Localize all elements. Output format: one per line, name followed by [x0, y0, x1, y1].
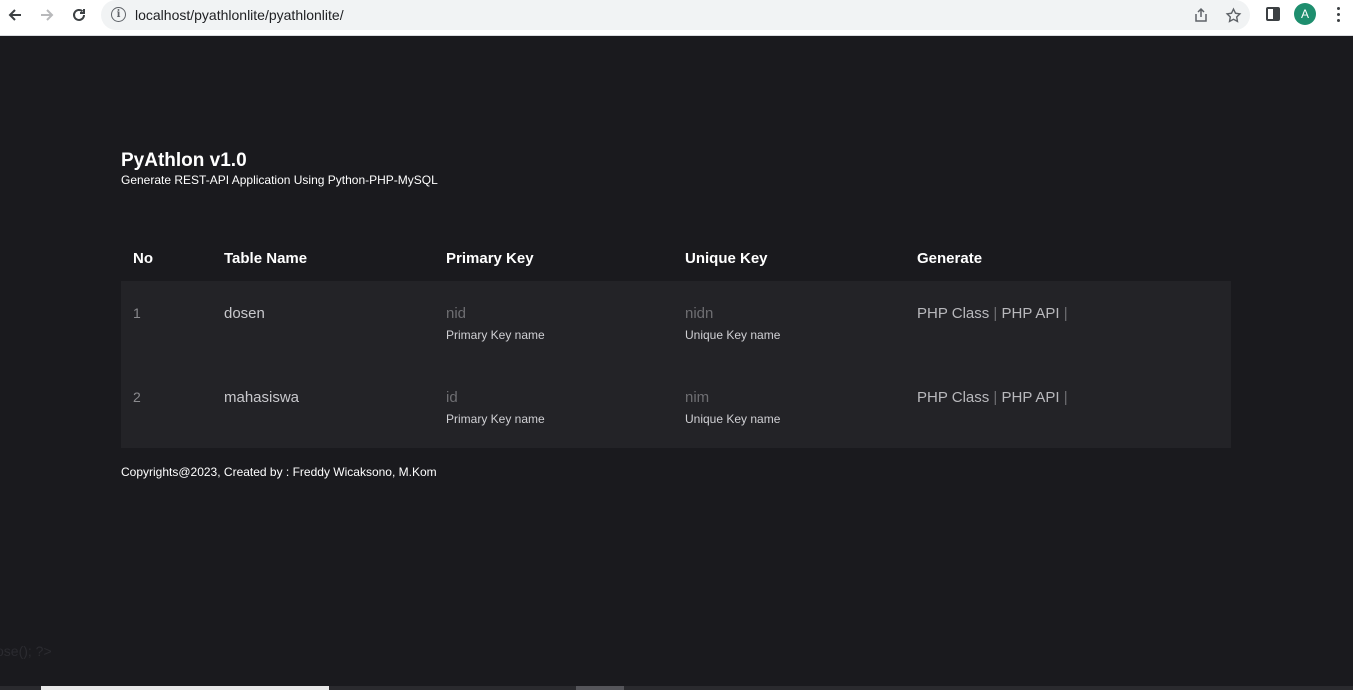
php-api-link[interactable]: PHP API [1002, 305, 1060, 322]
taskbar-item[interactable] [576, 686, 624, 690]
kebab-menu-icon[interactable] [1330, 4, 1346, 24]
row-number: 1 [133, 305, 141, 321]
primary-key-hint: Primary Key name [446, 412, 545, 426]
primary-key-hint: Primary Key name [446, 328, 545, 342]
primary-key-input[interactable]: id [446, 389, 458, 406]
table-body: 1 dosen nid Primary Key name nidn Unique… [121, 281, 1231, 448]
row-number: 2 [133, 389, 141, 405]
back-arrow-icon[interactable] [3, 4, 27, 26]
link-separator: | [1063, 389, 1068, 406]
table-row: 1 dosen nid Primary Key name nidn Unique… [121, 281, 1231, 365]
column-header-no: No [133, 250, 153, 267]
browser-toolbar: i localhost/pyathlonlite/pyathlonlite/ A [0, 0, 1353, 36]
stray-code-text: ose(); ?> [0, 643, 52, 659]
taskbar-item-active[interactable] [41, 686, 329, 690]
link-separator: | [1063, 305, 1068, 322]
unique-key-input[interactable]: nim [685, 389, 709, 406]
page-title: PyAthlon v1.0 [121, 150, 247, 171]
bookmark-star-icon[interactable] [1223, 5, 1243, 25]
side-panel-icon[interactable] [1266, 7, 1280, 21]
column-header-unique-key: Unique Key [685, 250, 768, 267]
forward-arrow-icon[interactable] [35, 4, 59, 26]
column-header-generate: Generate [917, 250, 983, 267]
info-icon[interactable]: i [111, 7, 126, 22]
footer-copyright: Copyrights@2023, Created by : Freddy Wic… [121, 465, 437, 479]
share-icon[interactable] [1191, 5, 1211, 25]
primary-key-input[interactable]: nid [446, 305, 466, 322]
generate-links: PHP Class | PHP API | [917, 389, 1068, 406]
table-header: No Table Name Primary Key Unique Key Gen… [121, 237, 1231, 281]
unique-key-hint: Unique Key name [685, 328, 781, 342]
page-subtitle: Generate REST-API Application Using Pyth… [121, 173, 438, 187]
reload-icon[interactable] [67, 4, 91, 26]
unique-key-hint: Unique Key name [685, 412, 781, 426]
url-text[interactable]: localhost/pyathlonlite/pyathlonlite/ [135, 7, 344, 23]
unique-key-input[interactable]: nidn [685, 305, 713, 322]
php-class-link[interactable]: PHP Class [917, 305, 989, 322]
table-name: mahasiswa [224, 389, 300, 406]
address-bar[interactable]: i localhost/pyathlonlite/pyathlonlite/ [101, 0, 1250, 30]
table-name: dosen [224, 305, 265, 322]
generate-links: PHP Class | PHP API | [917, 305, 1068, 322]
tables-table: No Table Name Primary Key Unique Key Gen… [121, 237, 1231, 448]
link-separator: | [993, 305, 998, 322]
column-header-primary-key: Primary Key [446, 250, 534, 267]
link-separator: | [993, 389, 998, 406]
php-api-link[interactable]: PHP API [1002, 389, 1060, 406]
avatar[interactable]: A [1294, 3, 1316, 25]
table-row: 2 mahasiswa id Primary Key name nim Uniq… [121, 365, 1231, 449]
page-content: PyAthlon v1.0 Generate REST-API Applicat… [0, 37, 1353, 690]
column-header-table-name: Table Name [224, 250, 308, 267]
php-class-link[interactable]: PHP Class [917, 389, 989, 406]
